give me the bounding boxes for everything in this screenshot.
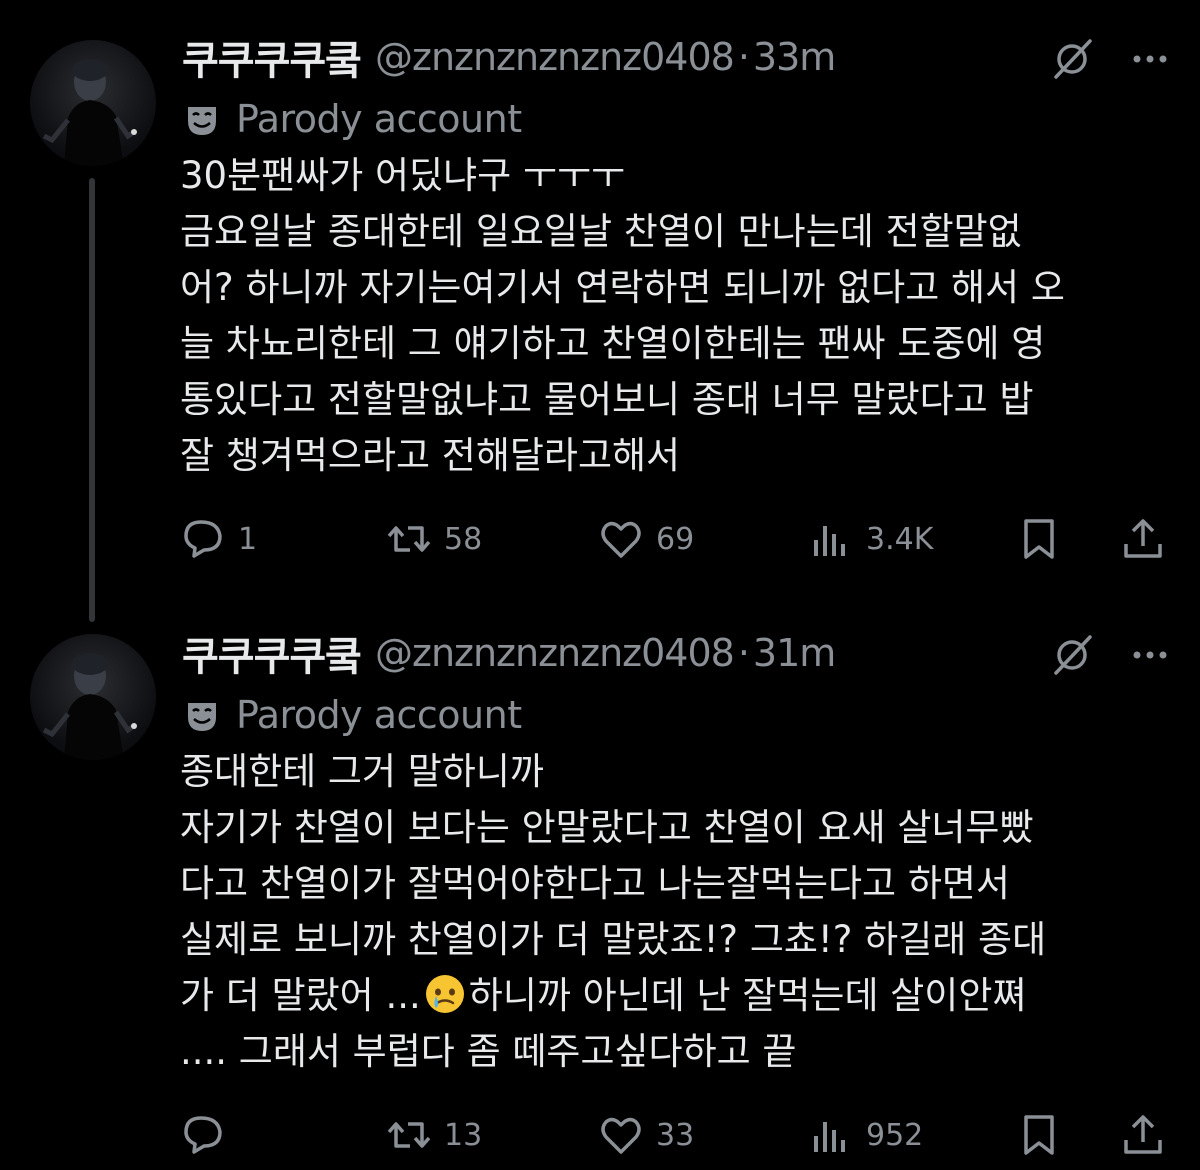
bookmark-icon: [1024, 519, 1054, 559]
tweet-text-line: 자기가 찬열이 보다는 안말랐다고 찬열이 요새 살너무빴: [180, 806, 1034, 849]
views-count: 952: [866, 1117, 924, 1153]
like-count: 69: [656, 521, 695, 557]
tweet-text-line: 실제로 보니까 찬열이가 더 말랐죠!? 그쵸!? 하길래 종대: [180, 918, 1047, 961]
tweet-text-line-with-emoji: 가 더 말랐어 ... 하니까 아닌데 난 잘먹는데 살이안쪄: [180, 968, 1180, 1024]
holding-back-tears-emoji: [425, 975, 464, 1013]
timestamp[interactable]: 31m: [753, 631, 836, 675]
action-bar: 1 58 69 3.4K: [180, 514, 1180, 564]
bookmark-icon: [1024, 1115, 1054, 1155]
parody-label: Parody account: [236, 693, 522, 737]
tweet[interactable]: 쿠쿠쿠쿠쿸 @znznznznznz0408 · 33m Parody acco…: [0, 0, 1200, 622]
share-icon: [1124, 519, 1162, 558]
parody-label: Parody account: [236, 97, 522, 141]
share-button[interactable]: [1120, 514, 1166, 564]
heart-icon: [601, 521, 641, 558]
tweet-text-line: 종대한테 그거 말하니까: [180, 750, 544, 793]
tweet-text-line: 통있다고 전할말없냐고 물어보니 종대 너무 말랐다고 밥: [180, 378, 1034, 421]
tweet-header: 쿠쿠쿠쿠쿸 @znznznznznz0408 · 33m: [182, 32, 836, 84]
tweet-text-line: 늘 차뇨리한테 그 얘기하고 찬열이한테는 팬싸 도중에 영: [180, 322, 1046, 365]
grok-icon[interactable]: [1050, 37, 1094, 81]
display-name[interactable]: 쿠쿠쿠쿠쿸: [182, 624, 362, 682]
bookmark-button[interactable]: [1016, 514, 1062, 564]
views-icon: [814, 1122, 845, 1152]
views-button[interactable]: 3.4K: [808, 514, 933, 564]
action-bar: 13 33 952: [180, 1110, 1180, 1160]
reply-button[interactable]: [180, 1110, 238, 1160]
retweet-icon: [387, 526, 431, 552]
tweet-text-line: 30분팬싸가 어딨냐구 ㅜㅜㅜ: [180, 154, 626, 197]
heart-icon: [601, 1117, 641, 1154]
bookmark-button[interactable]: [1016, 1110, 1062, 1160]
reply-icon: [184, 520, 222, 558]
tweet-text-line: .... 그래서 부럽다 좀 떼주고싶다하고 끝: [180, 1030, 797, 1073]
tweet-text-line: 금요일날 종대한테 일요일날 찬열이 만나는데 전할말없: [180, 210, 1022, 253]
tweet-text-line: 어? 하니까 자기는여기서 연락하면 되니까 없다고 해서 오: [180, 266, 1065, 309]
tweet-header: 쿠쿠쿠쿠쿸 @znznznznznz0408 · 31m: [182, 628, 836, 680]
retweet-button[interactable]: 13: [386, 1110, 482, 1160]
avatar[interactable]: [30, 634, 156, 760]
like-button[interactable]: 33: [598, 1110, 694, 1160]
thread-connector-line: [89, 178, 95, 622]
separator-dot: ·: [737, 35, 750, 79]
tweet-text-line: 잘 챙겨먹으라고 전해달라고해서: [180, 434, 681, 477]
tweet-text: 30분팬싸가 어딨냐구 ㅜㅜㅜ 금요일날 종대한테 일요일날 찬열이 만나는데 …: [180, 148, 1180, 484]
share-icon: [1124, 1115, 1162, 1154]
tweet-text-segment: 가 더 말랐어 ...: [180, 974, 421, 1017]
parody-mask-icon: [188, 107, 216, 135]
more-icon[interactable]: [1130, 635, 1170, 675]
views-button[interactable]: 952: [808, 1110, 923, 1160]
parody-mask-icon: [188, 703, 216, 731]
reply-icon: [184, 1116, 222, 1154]
grok-icon[interactable]: [1050, 633, 1094, 677]
tweet-text-segment: 하니까 아닌데 난 잘먹는데 살이안쪄: [468, 974, 1027, 1017]
more-icon[interactable]: [1130, 39, 1170, 79]
retweet-button[interactable]: 58: [386, 514, 482, 564]
tweet-text: 종대한테 그거 말하니까 자기가 찬열이 보다는 안말랐다고 찬열이 요새 살너…: [180, 744, 1180, 1080]
username-handle[interactable]: @znznznznznz0408: [375, 35, 735, 79]
display-name[interactable]: 쿠쿠쿠쿠쿸: [182, 28, 362, 86]
parody-badge: Parody account: [182, 690, 522, 740]
avatar[interactable]: [30, 40, 156, 166]
parody-badge: Parody account: [182, 94, 522, 144]
views-count: 3.4K: [866, 521, 934, 557]
retweet-count: 13: [444, 1117, 483, 1153]
like-button[interactable]: 69: [598, 514, 694, 564]
timestamp[interactable]: 33m: [753, 35, 836, 79]
retweet-count: 58: [444, 521, 483, 557]
share-button[interactable]: [1120, 1110, 1166, 1160]
separator-dot: ·: [737, 631, 750, 675]
reply-button[interactable]: 1: [180, 514, 257, 564]
username-handle[interactable]: @znznznznznz0408: [375, 631, 735, 675]
tweet[interactable]: 쿠쿠쿠쿠쿸 @znznznznznz0408 · 31m Parody acco…: [0, 620, 1200, 1170]
tweet-text-line: 다고 찬열이가 잘먹어야한다고 나는잘먹는다고 하면서: [180, 862, 1010, 905]
views-icon: [814, 526, 845, 556]
like-count: 33: [656, 1117, 695, 1153]
reply-count: 1: [238, 521, 258, 557]
retweet-icon: [387, 1122, 431, 1148]
